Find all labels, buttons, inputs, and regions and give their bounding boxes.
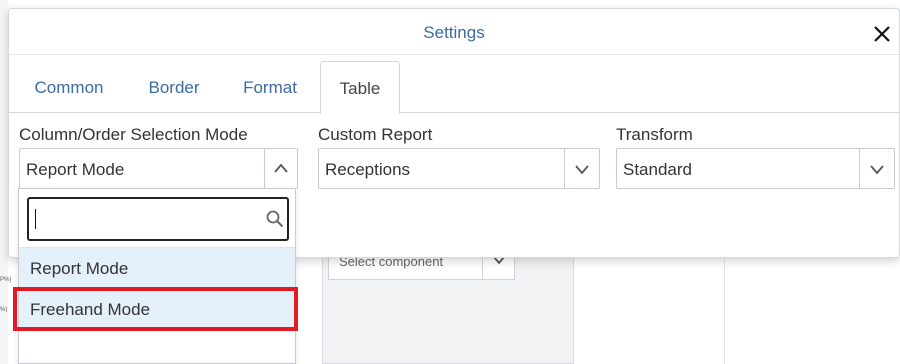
select-divider bbox=[264, 149, 265, 188]
select-divider bbox=[859, 149, 860, 188]
custom-report-select[interactable]: Receptions bbox=[318, 148, 600, 189]
background-tiny-label: %) bbox=[0, 307, 8, 313]
tab-border[interactable]: Border bbox=[139, 61, 209, 113]
transform-label: Transform bbox=[616, 125, 693, 144]
dropdown-search[interactable] bbox=[27, 197, 289, 241]
chevron-up-icon[interactable] bbox=[273, 161, 289, 177]
tab-common[interactable]: Common bbox=[29, 61, 109, 113]
chevron-down-icon[interactable] bbox=[574, 161, 590, 177]
column-order-mode-value: Report Mode bbox=[26, 160, 125, 179]
background-divider bbox=[724, 250, 725, 364]
column-order-mode-dropdown: Report Mode Freehand Mode bbox=[13, 188, 298, 364]
custom-report-value: Receptions bbox=[325, 160, 411, 179]
transform-select[interactable]: Standard bbox=[616, 148, 895, 189]
dialog-title: Settings bbox=[423, 23, 485, 42]
transform-value: Standard bbox=[623, 160, 692, 179]
dialog-header: Settings bbox=[9, 9, 899, 55]
background-tiny-label: P%) bbox=[0, 277, 12, 283]
dropdown-search-input[interactable] bbox=[35, 205, 255, 233]
tab-format[interactable]: Format bbox=[237, 61, 303, 113]
custom-report-label: Custom Report bbox=[318, 125, 433, 144]
select-divider bbox=[564, 149, 565, 188]
text-cursor bbox=[35, 209, 36, 229]
option-freehand-mode[interactable]: Freehand Mode bbox=[19, 289, 295, 329]
search-icon bbox=[266, 210, 284, 228]
column-order-mode-label: Column/Order Selection Mode bbox=[19, 125, 248, 144]
tab-bar: Common Border Format Table bbox=[9, 61, 899, 114]
chevron-down-icon[interactable] bbox=[869, 161, 885, 177]
tab-table[interactable]: Table bbox=[320, 61, 400, 114]
close-icon[interactable] bbox=[871, 23, 893, 45]
column-order-mode-select[interactable]: Report Mode bbox=[19, 148, 298, 189]
option-report-mode[interactable]: Report Mode bbox=[19, 248, 295, 288]
